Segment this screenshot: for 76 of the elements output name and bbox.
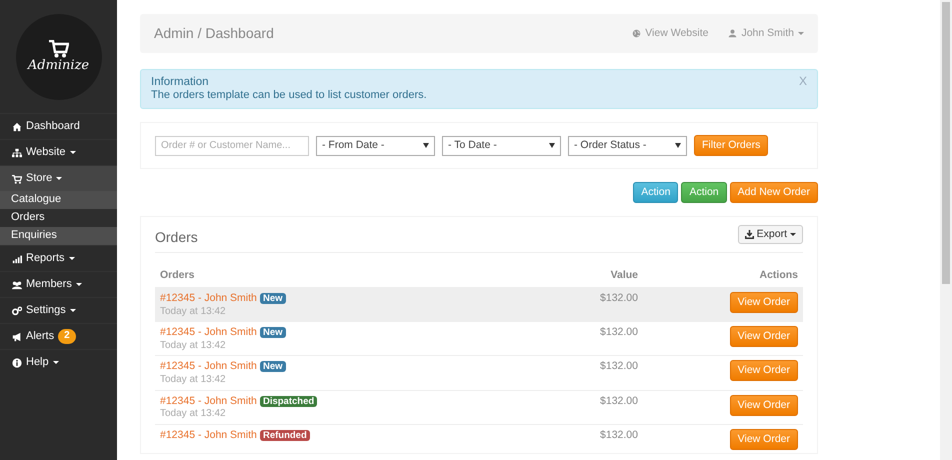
order-time: Today at 13:42	[160, 374, 227, 386]
sidebar-item[interactable]: Alerts 2	[0, 323, 117, 349]
close-button[interactable]: X	[798, 74, 807, 88]
submenu-item[interactable]: Catalogue	[0, 191, 117, 209]
alert-title: Information	[151, 75, 209, 90]
cart-icon	[48, 40, 68, 58]
view-order-button[interactable]: View Order	[730, 428, 798, 450]
bar-chart-icon	[12, 254, 22, 264]
column-header: Value	[493, 266, 643, 288]
globe-icon	[632, 29, 642, 38]
sidebar-item[interactable]: Dashboard	[0, 113, 117, 139]
header-link[interactable]: John Smith	[728, 26, 804, 40]
order-link[interactable]: #12345 - John Smith	[160, 326, 257, 338]
order-link[interactable]: #12345 - John Smith	[160, 394, 257, 406]
panel-title: Orders	[155, 228, 198, 247]
download-icon	[744, 230, 754, 240]
table-cell: $132.00	[493, 356, 643, 390]
export-button[interactable]: Export	[738, 225, 803, 244]
user-icon	[728, 29, 738, 38]
info-icon	[12, 358, 22, 368]
sidebar-item[interactable]: Settings	[0, 297, 117, 323]
caret-icon	[798, 32, 804, 35]
caret-icon	[52, 361, 59, 364]
column-header: Actions	[643, 266, 803, 288]
sidebar-item[interactable]: Store	[0, 165, 117, 191]
caret-icon	[56, 177, 62, 180]
cart-icon	[12, 174, 22, 184]
megaphone-icon	[12, 332, 22, 342]
scrollbar-thumb[interactable]	[942, 2, 950, 284]
status-label: New	[260, 327, 286, 338]
search-field[interactable]: Order # or Customer Name...	[155, 136, 309, 156]
breadcrumb: Admin / Dashboard	[154, 24, 274, 42]
action-button[interactable]: Action	[681, 182, 727, 204]
status-label: Dispatched	[260, 396, 318, 406]
submenu-item[interactable]: Enquiries	[0, 227, 117, 245]
select-field[interactable]: - From Date -	[316, 136, 435, 156]
order-time: Today at 13:42	[160, 340, 227, 352]
header-link[interactable]: View Website	[632, 26, 708, 40]
status-label: New	[260, 361, 286, 372]
status-label: New	[260, 292, 286, 304]
status-label: Refunded	[260, 430, 310, 441]
order-time: Today at 13:42	[160, 408, 227, 421]
select-field[interactable]: - To Date -	[442, 136, 561, 156]
select-field[interactable]: - Order Status -	[568, 136, 687, 156]
table-cell: $132.00	[493, 424, 643, 453]
view-order-button[interactable]: View Order	[730, 326, 798, 347]
table-cell: $132.00	[493, 390, 643, 424]
order-link[interactable]: #12345 - John Smith	[160, 292, 257, 304]
alert-message: The orders template can be used to list customer orders.	[151, 89, 427, 104]
column-header: Orders	[155, 266, 493, 288]
caret-icon	[70, 151, 76, 154]
home-icon	[12, 122, 22, 132]
order-link[interactable]: #12345 - John Smith	[160, 360, 257, 372]
caret-icon	[76, 283, 82, 286]
scrollbar[interactable]	[940, 0, 952, 460]
sitemap-icon	[12, 148, 22, 158]
action-button[interactable]: Add New Order	[730, 182, 818, 204]
sidebar-item[interactable]: Help	[0, 349, 117, 375]
table-cell: $132.00	[493, 287, 643, 322]
gears-icon	[12, 306, 22, 316]
order-link[interactable]: #12345 - John Smith	[160, 428, 257, 441]
filter-button[interactable]: Filter Orders	[694, 135, 768, 156]
view-order-button[interactable]: View Order	[730, 292, 798, 313]
sidebar-item[interactable]: Reports	[0, 245, 117, 271]
view-order-button[interactable]: View Order	[730, 394, 798, 416]
action-button[interactable]: Action	[633, 182, 678, 204]
count-badge: 2	[58, 329, 76, 344]
order-time: Today at 13:42	[160, 306, 227, 318]
caret-icon	[68, 257, 75, 260]
sidebar-item[interactable]: Members	[0, 271, 117, 297]
table-cell: $132.00	[493, 322, 643, 356]
caret-icon	[70, 309, 76, 312]
group-icon	[12, 280, 22, 290]
caret-icon	[790, 233, 796, 236]
logo-text: Adminize	[28, 58, 90, 74]
view-order-button[interactable]: View Order	[730, 360, 798, 382]
